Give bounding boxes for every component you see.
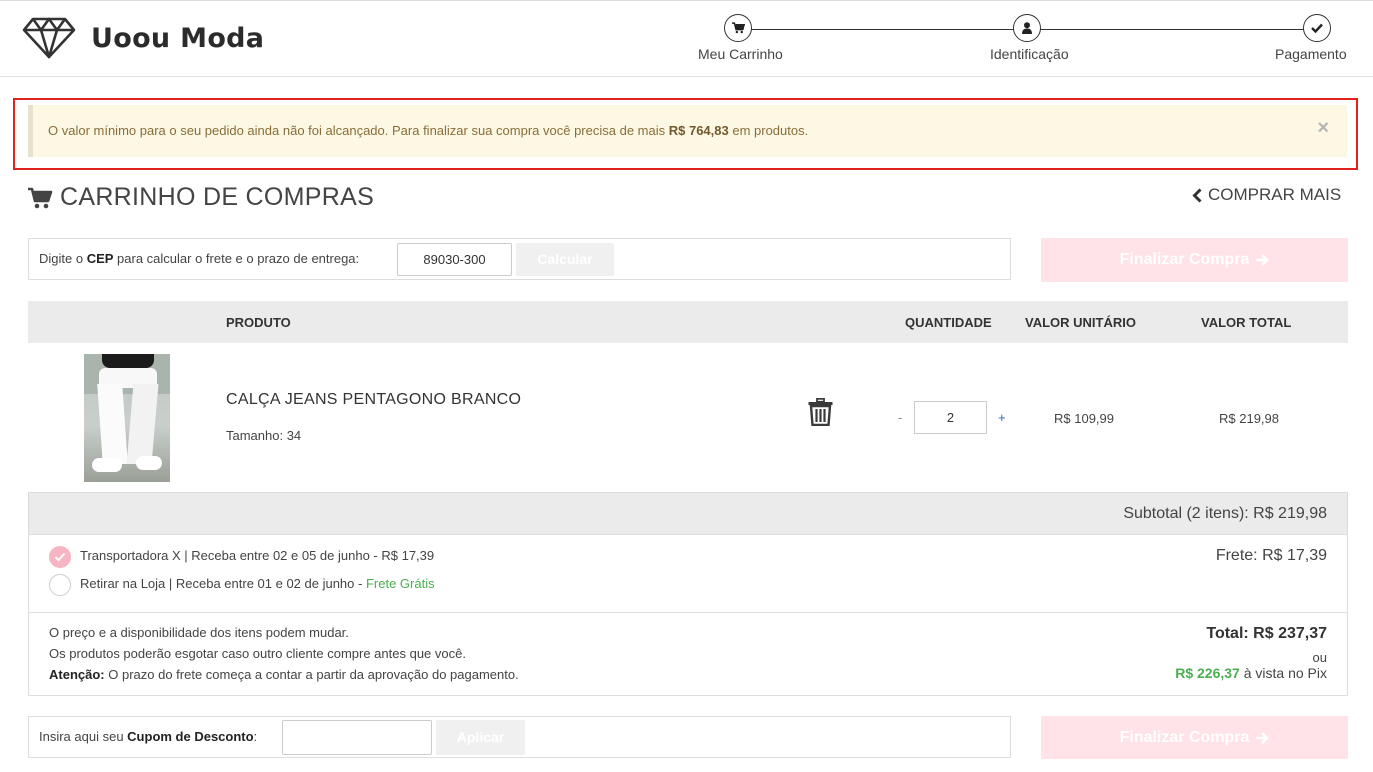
product-image[interactable] [84,354,170,482]
note-line-2: Os produtos poderão esgotar caso outro c… [49,646,466,661]
pix-amount: R$ 226,37 [1175,665,1240,681]
step-identificacao [1013,14,1041,42]
product-size: Tamanho: 34 [226,428,302,443]
header-produto: PRODUTO [226,315,291,330]
frete-gratis-label: Frete Grátis [365,576,435,591]
note-line-3: Atenção: O prazo do frete começa a conta… [49,667,519,682]
diamond-icon [22,17,76,59]
check-icon [54,552,66,562]
cep-calculator: Digite o CEP para calcular o frete e o p… [28,238,1011,280]
brand-logo[interactable]: Uoou Moda [22,17,264,59]
or-label: ou [1312,650,1327,665]
shipping-option-retirar-text: Retirar na Loja | Receba entre 01 e 02 d… [80,576,366,591]
pix-text: à vista no Pix [1239,665,1327,681]
remove-item-button[interactable] [808,397,833,431]
arrow-right-icon [1256,254,1270,266]
step-cart [724,14,752,42]
quantity-decrease-button[interactable]: - [898,410,902,425]
step-label-identificacao: Identificação [990,46,1069,62]
coupon-label-after: : [253,729,258,744]
coupon-label-bold: Cupom de Desconto [127,729,254,744]
chevron-left-icon [1192,187,1202,203]
shipping-option-transportadora[interactable]: Transportadora X | Receba entre 02 e 05 … [80,548,434,563]
cart-heading: CARRINHO DE COMPRAS [28,183,374,212]
finalizar-compra-button-top[interactable]: Finalizar Compra [1041,238,1348,282]
alert-text-before: O valor mínimo para o seu pedido ainda n… [48,123,669,138]
quantity-increase-button[interactable]: + [998,410,1006,425]
comprar-mais-label: COMPRAR MAIS [1208,185,1342,204]
header-valor-unitario: VALOR UNITÁRIO [1025,315,1136,330]
coupon-label: Insira aqui seu Cupom de Desconto: [39,729,257,744]
header-valor-total: VALOR TOTAL [1201,315,1292,330]
product-name[interactable]: CALÇA JEANS PENTAGONO BRANCO [226,391,521,409]
shipping-radio-retirar-loja[interactable] [49,574,71,596]
aplicar-button[interactable]: Aplicar [436,720,525,755]
page-title: CARRINHO DE COMPRAS [60,183,375,211]
order-summary: Subtotal (2 itens): R$ 219,98 Transporta… [28,492,1348,696]
brand-name: Uoou Moda [91,22,265,54]
quantity-input[interactable] [914,401,987,434]
coupon-box: Insira aqui seu Cupom de Desconto: Aplic… [28,716,1011,758]
cep-label-after: para calcular o frete e o prazo de entre… [113,251,360,266]
unit-price: R$ 109,99 [1054,411,1114,426]
grand-total: Total: R$ 237,37 [1206,625,1327,642]
subtotal: Subtotal (2 itens): R$ 219,98 [1123,505,1327,522]
cart-icon [28,187,53,208]
note-line-1: O preço e a disponibilidade dos itens po… [49,625,349,640]
cart-table-header: PRODUTO QUANTIDADE VALOR UNITÁRIO VALOR … [28,301,1348,343]
row-total-price: R$ 219,98 [1219,411,1279,426]
step-label-cart: Meu Carrinho [698,46,783,62]
finalizar-compra-label: Finalizar Compra [1119,728,1250,746]
subtotal-bar: Subtotal (2 itens): R$ 219,98 [29,493,1347,535]
minimum-order-alert: O valor mínimo para o seu pedido ainda n… [28,105,1347,157]
calcular-button[interactable]: Calcular [516,243,614,276]
pix-price: R$ 226,37 à vista no Pix [1175,665,1327,681]
finalizar-compra-label: Finalizar Compra [1119,251,1250,268]
site-header: Uoou Moda Meu Carrinho Identificação Pag… [0,0,1373,77]
alert-message: O valor mínimo para o seu pedido ainda n… [48,123,808,138]
trash-icon [808,397,833,427]
coupon-label-before: Insira aqui seu [39,729,128,744]
shipping-option-retirar-loja[interactable]: Retirar na Loja | Receba entre 01 e 02 d… [80,576,435,591]
alert-amount: R$ 764,83 [668,123,729,138]
step-pagamento [1303,14,1331,42]
shipping-radio-transportadora[interactable] [49,546,71,568]
comprar-mais-link[interactable]: COMPRAR MAIS [1192,185,1341,205]
cep-label: Digite o CEP para calcular o frete e o p… [39,251,359,266]
cep-label-bold: CEP [86,251,114,266]
cep-input[interactable] [397,243,512,276]
note-attention-label: Atenção: [49,667,105,682]
finalizar-compra-button-bottom[interactable]: Finalizar Compra [1041,716,1348,759]
alert-text-after: em produtos. [728,123,809,138]
summary-divider [29,612,1347,613]
frete-value: Frete: R$ 17,39 [1215,547,1327,564]
coupon-input[interactable] [282,720,432,755]
cep-label-before: Digite o [39,251,87,266]
close-icon[interactable]: × [1317,117,1329,140]
step-label-pagamento: Pagamento [1275,46,1347,62]
arrow-right-icon [1256,731,1270,744]
header-quantidade: QUANTIDADE [905,315,992,330]
note-line-3-text: O prazo do frete começa a contar a parti… [104,667,519,682]
cart-icon [731,22,745,34]
check-icon [1311,23,1323,33]
user-icon [1022,22,1032,34]
